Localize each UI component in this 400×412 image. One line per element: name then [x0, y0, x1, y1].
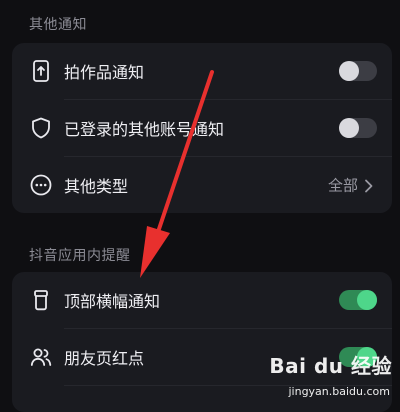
row-other-types[interactable]: 其他类型 全部	[12, 157, 392, 213]
row-shoot-works-notification[interactable]: 拍作品通知	[12, 43, 392, 99]
friends-icon	[30, 346, 52, 368]
banner-icon	[30, 289, 52, 311]
shield-icon	[30, 117, 52, 139]
other-accounts-toggle[interactable]	[339, 118, 377, 138]
phone-upload-icon	[30, 60, 52, 82]
shoot-works-toggle[interactable]	[339, 61, 377, 81]
more-circle-icon	[30, 174, 52, 196]
section-title-in-app-reminders: 抖音应用内提醒	[29, 248, 131, 264]
watermark-url: jingyan.baidu.com	[288, 385, 390, 398]
baidu-jingyan-watermark: Bai du 经验 jingyan.baidu.com	[242, 350, 392, 398]
row-label: 顶部横幅通知	[64, 292, 161, 311]
other-notifications-card: 拍作品通知 已登录的其他账号通知 其他类型 全部	[12, 43, 392, 213]
row-other-accounts-notification[interactable]: 已登录的其他账号通知	[12, 100, 392, 156]
top-banner-toggle[interactable]	[339, 290, 377, 310]
row-top-banner-notification[interactable]: 顶部横幅通知	[12, 272, 392, 328]
watermark-logo: Bai du 经验	[269, 354, 392, 378]
row-label: 已登录的其他账号通知	[64, 120, 225, 139]
other-types-value: 全部	[327, 176, 358, 195]
row-label: 朋友页红点	[64, 349, 145, 368]
row-label: 其他类型	[64, 177, 129, 196]
section-title-other-notifications: 其他通知	[29, 17, 87, 33]
row-label: 拍作品通知	[64, 63, 145, 82]
chevron-right-icon	[364, 178, 374, 193]
